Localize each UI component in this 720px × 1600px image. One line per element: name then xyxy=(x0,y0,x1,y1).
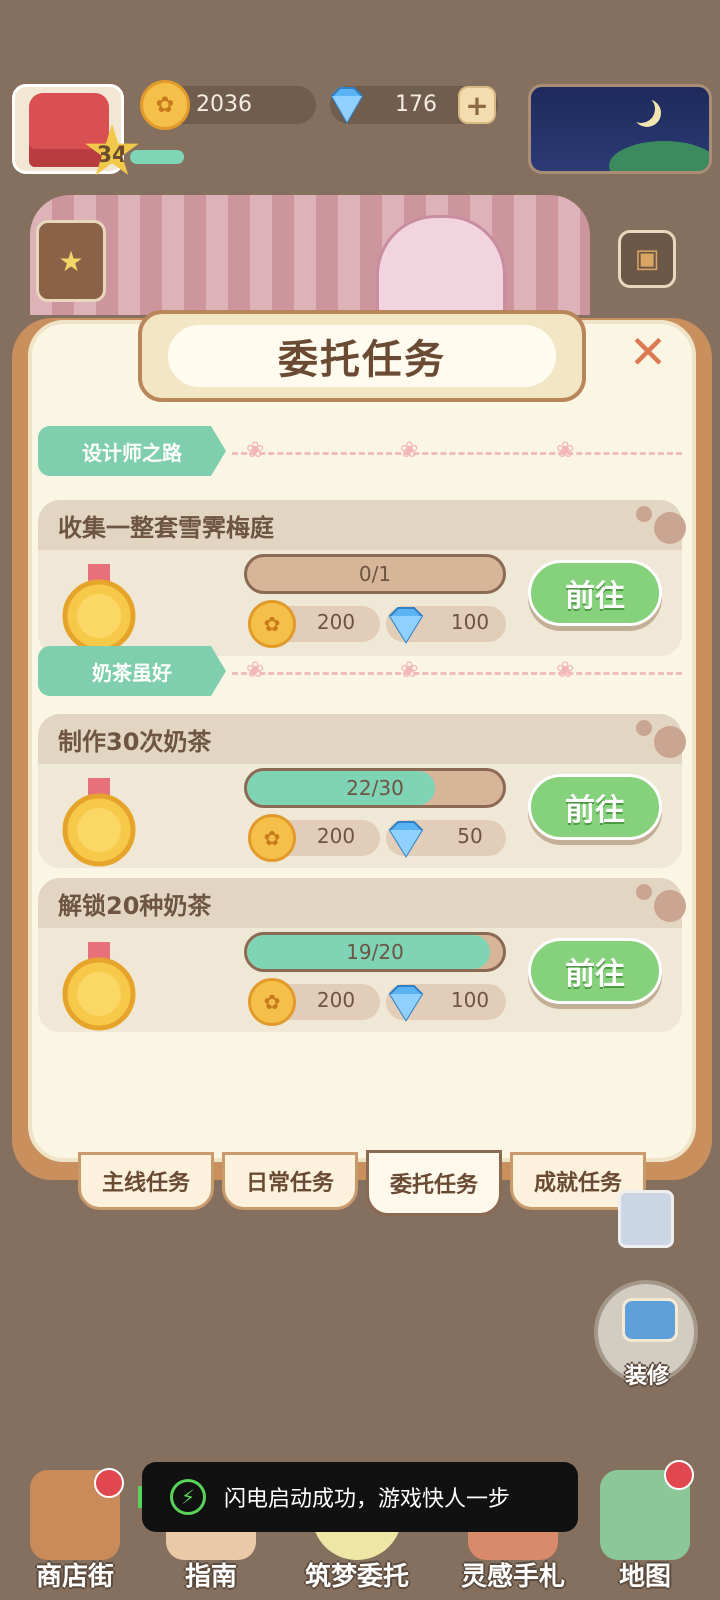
hearts-icon xyxy=(636,884,686,922)
lightning-icon: ⚡ xyxy=(170,1479,206,1515)
paw-icon: ❀ xyxy=(400,658,419,683)
task-card: 收集一整套雪霁梅庭 0/1 ✿ 200 100 前往 xyxy=(38,500,686,656)
night-scene-panel[interactable] xyxy=(528,84,712,174)
close-icon[interactable]: ✕ xyxy=(626,329,670,375)
side-slot-button[interactable] xyxy=(618,1190,674,1248)
decorate-icon xyxy=(622,1298,678,1342)
gem-reward-value: 100 xyxy=(450,988,490,1012)
progress-bar: 19/20 xyxy=(244,932,506,972)
task-card: 制作30次奶茶 22/30 ✿ 200 50 前往 xyxy=(38,714,686,868)
coin-reward-value: 200 xyxy=(316,610,356,634)
progress-text: 22/30 xyxy=(346,776,404,800)
moon-icon xyxy=(627,95,655,123)
coin-amount: 2036 xyxy=(196,92,252,117)
tab-daily-quest[interactable]: 日常任务 xyxy=(222,1152,358,1210)
gem-reward-value: 100 xyxy=(450,610,490,634)
section-divider xyxy=(232,452,682,455)
coin-reward-value: 200 xyxy=(316,824,356,848)
medal-icon xyxy=(62,778,136,867)
coin-icon: ✿ xyxy=(248,978,296,1026)
nav-map[interactable]: 地图 xyxy=(580,1460,710,1600)
nav-label: 筑梦委托 xyxy=(304,1562,409,1592)
decorate-label: 装修 xyxy=(624,1364,669,1389)
gem-amount: 176 xyxy=(395,92,437,117)
paw-icon: ❀ xyxy=(246,658,265,683)
hearts-icon xyxy=(636,506,686,544)
modal-title-plaque: 委托任务 xyxy=(138,310,586,402)
notification-badge xyxy=(664,1460,694,1490)
task-card: 解锁20种奶茶 19/20 ✿ 200 100 前往 xyxy=(38,878,686,1032)
paw-icon: ❀ xyxy=(246,438,265,463)
section-label-designer-road: 设计师之路 xyxy=(38,426,226,476)
go-button[interactable]: 前往 xyxy=(528,560,662,626)
section-divider xyxy=(232,672,682,675)
progress-bar: 22/30 xyxy=(244,768,506,808)
medal-icon xyxy=(62,564,136,653)
paw-icon: ❀ xyxy=(400,438,419,463)
notification-badge xyxy=(94,1468,124,1498)
gem-icon xyxy=(330,87,364,125)
gem-icon xyxy=(388,985,424,1022)
gem-icon xyxy=(388,821,424,858)
tab-commission-quest[interactable]: 委托任务 xyxy=(366,1150,502,1216)
progress-bar: 0/1 xyxy=(244,554,506,594)
nav-shop-street[interactable]: 商店街 xyxy=(10,1460,140,1600)
task-title: 解锁20种奶茶 xyxy=(58,892,212,920)
add-gems-button[interactable]: + xyxy=(458,86,496,124)
coin-icon: ✿ xyxy=(248,600,296,648)
toast-notification: ⚡ 闪电启动成功，游戏快人一步 xyxy=(142,1462,578,1532)
sofa-icon xyxy=(29,93,109,167)
go-button[interactable]: 前往 xyxy=(528,938,662,1004)
hearts-icon xyxy=(636,720,686,758)
task-title: 收集一整套雪霁梅庭 xyxy=(58,514,274,542)
modal-title-inner: 委托任务 xyxy=(168,325,556,387)
star-book-button[interactable]: ★ xyxy=(36,220,106,302)
nav-label: 指南 xyxy=(184,1562,237,1592)
gem-icon xyxy=(388,607,424,644)
modal-title: 委托任务 xyxy=(278,337,446,383)
tab-main-quest[interactable]: 主线任务 xyxy=(78,1152,214,1210)
coin-icon: ✿ xyxy=(248,814,296,862)
progress-text: 0/1 xyxy=(358,562,392,586)
nav-label: 商店街 xyxy=(35,1562,114,1592)
paw-icon: ❀ xyxy=(556,658,575,683)
toast-message: 闪电启动成功，游戏快人一步 xyxy=(224,1487,511,1512)
nav-label: 灵感手札 xyxy=(460,1562,565,1592)
paw-icon: ❀ xyxy=(556,438,575,463)
hill-decoration xyxy=(609,141,709,171)
nav-label: 地图 xyxy=(618,1562,671,1592)
box-button[interactable]: ▣ xyxy=(618,230,676,288)
task-title: 制作30次奶茶 xyxy=(58,728,212,756)
castle-dome-decoration xyxy=(376,215,506,325)
medal-icon xyxy=(62,942,136,1031)
progress-text: 19/20 xyxy=(346,940,404,964)
castle-roof-decoration xyxy=(30,195,590,315)
section-label-milk-tea: 奶茶虽好 xyxy=(38,646,226,696)
coin-reward-value: 200 xyxy=(316,988,356,1012)
gem-reward-value: 50 xyxy=(457,824,483,848)
go-button[interactable]: 前往 xyxy=(528,774,662,840)
experience-bar xyxy=(130,150,184,164)
coin-icon: ✿ xyxy=(140,80,190,130)
